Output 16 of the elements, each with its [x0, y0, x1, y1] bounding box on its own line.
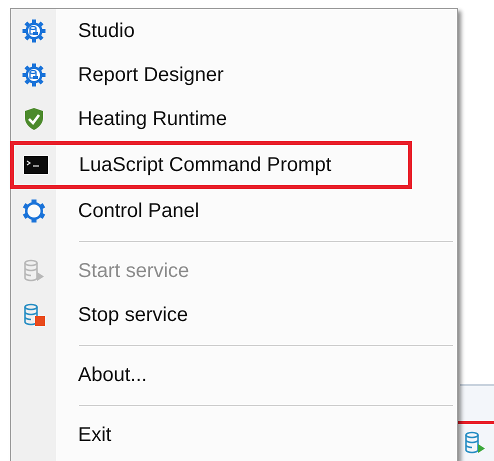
menu-item[interactable]: Studio — [11, 9, 457, 53]
menu-item[interactable]: Heating Runtime — [11, 97, 457, 141]
menu-item[interactable]: LuaScript Command Prompt — [10, 141, 412, 189]
gear-icon — [22, 19, 46, 43]
terminal-icon — [24, 156, 48, 174]
menu-item[interactable]: Report Designer — [11, 53, 457, 97]
database-stop-icon — [22, 303, 46, 327]
shield-check-icon — [22, 107, 44, 131]
gear-icon — [22, 199, 46, 223]
menu-item[interactable]: Control Panel — [11, 189, 457, 233]
menu-item[interactable]: About... — [11, 353, 457, 397]
menu-item[interactable]: Exit — [11, 413, 457, 457]
gear-icon — [22, 63, 46, 87]
database-play-icon — [462, 430, 486, 454]
database-play-icon — [22, 259, 46, 283]
menu-item[interactable]: Stop service — [11, 293, 457, 337]
